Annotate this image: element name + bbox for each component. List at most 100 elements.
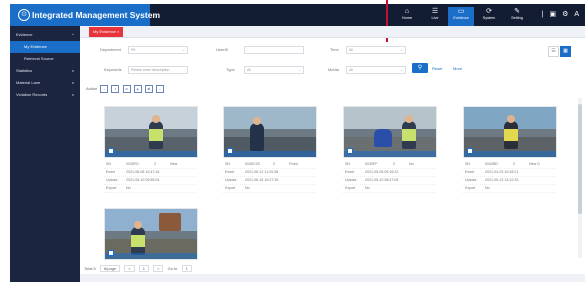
sidebar-item-label: My Evidence	[24, 44, 47, 49]
nav-system[interactable]: ⟳ System	[476, 7, 502, 26]
time-label: Time	[330, 47, 339, 52]
select-checkbox[interactable]	[347, 148, 353, 154]
evidence-thumbnail[interactable]	[104, 106, 198, 158]
officer-figure	[250, 123, 264, 151]
sidebar-item-material-lane[interactable]: Material Lane v	[10, 77, 80, 89]
sn-value: 0042BD	[485, 162, 498, 166]
evidence-card[interactable]: SN 0042BD 2 New D Event 2021-04-23 10:28:21 …	[463, 106, 557, 193]
brand-area: ⊙ Integrated Management System	[10, 4, 160, 26]
next-page-button[interactable]: >	[153, 265, 164, 272]
sidebar-item-violation-records[interactable]: Violation Records v	[10, 89, 80, 101]
chevron-down-icon: v	[72, 80, 74, 85]
download-icon[interactable]: ↓	[100, 85, 109, 93]
chevron-down-icon: ⌄	[399, 68, 403, 72]
page-size-select[interactable]: 8/page	[99, 265, 121, 272]
export-icon[interactable]: ⇪	[111, 85, 120, 93]
evidence-card[interactable]: SN 0035FF 2 No Event 2021-05-08 09:16:22 Upl…	[343, 106, 437, 193]
department-select[interactable]: PK ⌄	[128, 46, 188, 54]
upload-label: Upload	[106, 178, 118, 182]
divider-icon: |	[541, 11, 544, 18]
scrollbar[interactable]	[578, 98, 582, 258]
export-value: No	[245, 186, 250, 190]
share-icon[interactable]: ⇄	[144, 85, 153, 93]
nav-evidence[interactable]: ▭ Evidence	[448, 7, 474, 26]
select-checkbox[interactable]	[467, 148, 473, 154]
export-label: Export	[225, 186, 236, 190]
export-label: Export	[465, 186, 476, 190]
keywords-input[interactable]: Please enter description	[128, 66, 188, 74]
select-checkbox[interactable]	[108, 148, 114, 154]
time-value: All	[349, 48, 353, 52]
chevron-down-icon: v	[72, 92, 74, 97]
chevron-down-icon: ⌄	[399, 48, 403, 52]
evidence-thumbnail[interactable]	[343, 106, 437, 158]
sn-label: SN	[465, 162, 470, 166]
export-value: No	[485, 186, 490, 190]
export-value: No	[365, 186, 370, 190]
type-select[interactable]: All ⌄	[244, 66, 304, 74]
chevron-down-icon: ⌄	[181, 48, 185, 52]
tab-my-evidence[interactable]: My Evidence ×	[89, 27, 124, 37]
action-toolbar: Action ↓ ⇪ ◘ ◈ ⇄ ○	[86, 85, 164, 94]
top-right-icons: | ▣ ⚙ A	[538, 10, 579, 18]
user-icon[interactable]: A	[574, 11, 579, 18]
grid-view-button[interactable]: ▦	[560, 46, 571, 57]
evidence-thumbnail[interactable]	[463, 106, 557, 158]
scrollbar-thumb[interactable]	[578, 104, 582, 214]
select-checkbox[interactable]	[108, 250, 114, 256]
nav-home[interactable]: ⌂ Home	[394, 7, 420, 26]
event-value: 2021-05-08 09:16:22	[365, 170, 399, 174]
logo-icon: ⊙	[18, 9, 30, 21]
thumbnail-toolbar	[105, 151, 197, 157]
prev-page-button[interactable]: <	[124, 265, 135, 272]
userid-input[interactable]	[244, 46, 304, 54]
current-page[interactable]: 1	[138, 265, 149, 272]
more-link[interactable]: More	[453, 66, 462, 71]
upload-value: 2021-05-13 13:12:33	[485, 178, 519, 182]
system-icon: ⟳	[486, 8, 492, 15]
nav-setting-label: Setting	[511, 16, 523, 20]
goto-page-input[interactable]: 1	[181, 265, 192, 272]
nav-live[interactable]: ☰ Live	[422, 7, 448, 26]
upload-label: Upload	[225, 178, 237, 182]
gear-icon[interactable]: ⚙	[562, 11, 568, 18]
building-figure	[159, 213, 181, 231]
evidence-card[interactable]: SN 0040C25 2 Fixed Event 2021-06-12 11:20:38…	[223, 106, 317, 193]
export-label: Export	[345, 186, 356, 190]
sidebar-item-evidence[interactable]: Evidence ^	[10, 29, 80, 41]
reset-link[interactable]: Reset	[432, 66, 442, 71]
userid-label: UserID	[216, 47, 229, 52]
sn-value: 0035FD	[126, 162, 139, 166]
thumbnail-toolbar	[344, 151, 436, 157]
upload-value: 2021-06-15 10:27:35	[245, 178, 279, 182]
lock-icon[interactable]: ◘	[122, 85, 131, 93]
evidence-card[interactable]	[104, 208, 198, 260]
count-value: 2	[154, 162, 156, 166]
evidence-card[interactable]: SN 0035FD 2 New Event 2021-06-08 10:47:16 Up…	[104, 106, 198, 193]
sidebar-item-label: Statistics	[16, 68, 33, 73]
chevron-down-icon: ⌄	[297, 68, 301, 72]
evidence-thumbnail[interactable]	[223, 106, 317, 158]
event-label: Event	[106, 170, 116, 174]
sidebar-item-my-evidence[interactable]: My Evidence	[10, 41, 80, 53]
list-view-button[interactable]: ☰	[548, 46, 559, 57]
screen-icon[interactable]: ▣	[550, 11, 557, 18]
sidebar-item-retrieval-source[interactable]: Retrieval Source	[10, 53, 80, 65]
time-select[interactable]: All ⌄	[346, 46, 406, 54]
thumbnail-toolbar	[464, 151, 556, 157]
sidebar-item-statistics[interactable]: Statistics v	[10, 65, 80, 77]
goto-label: Go to	[167, 266, 178, 271]
department-label: Department	[100, 47, 121, 52]
delete-icon[interactable]: ○	[155, 85, 164, 93]
media-select[interactable]: All ⌄	[346, 66, 406, 74]
pagination: Total 5 8/page < 1 > Go to 1	[84, 265, 192, 272]
search-button[interactable]: ⚲	[412, 63, 428, 73]
live-icon: ☰	[431, 8, 439, 15]
evidence-thumbnail[interactable]	[104, 208, 198, 260]
sidebar-item-label: Material Lane	[16, 80, 41, 85]
sidebar-item-label: Evidence	[16, 32, 33, 37]
media-label: Media	[328, 67, 339, 72]
nav-setting[interactable]: ✎ Setting	[504, 7, 530, 26]
tag-icon[interactable]: ◈	[133, 85, 142, 93]
select-checkbox[interactable]	[227, 148, 233, 154]
